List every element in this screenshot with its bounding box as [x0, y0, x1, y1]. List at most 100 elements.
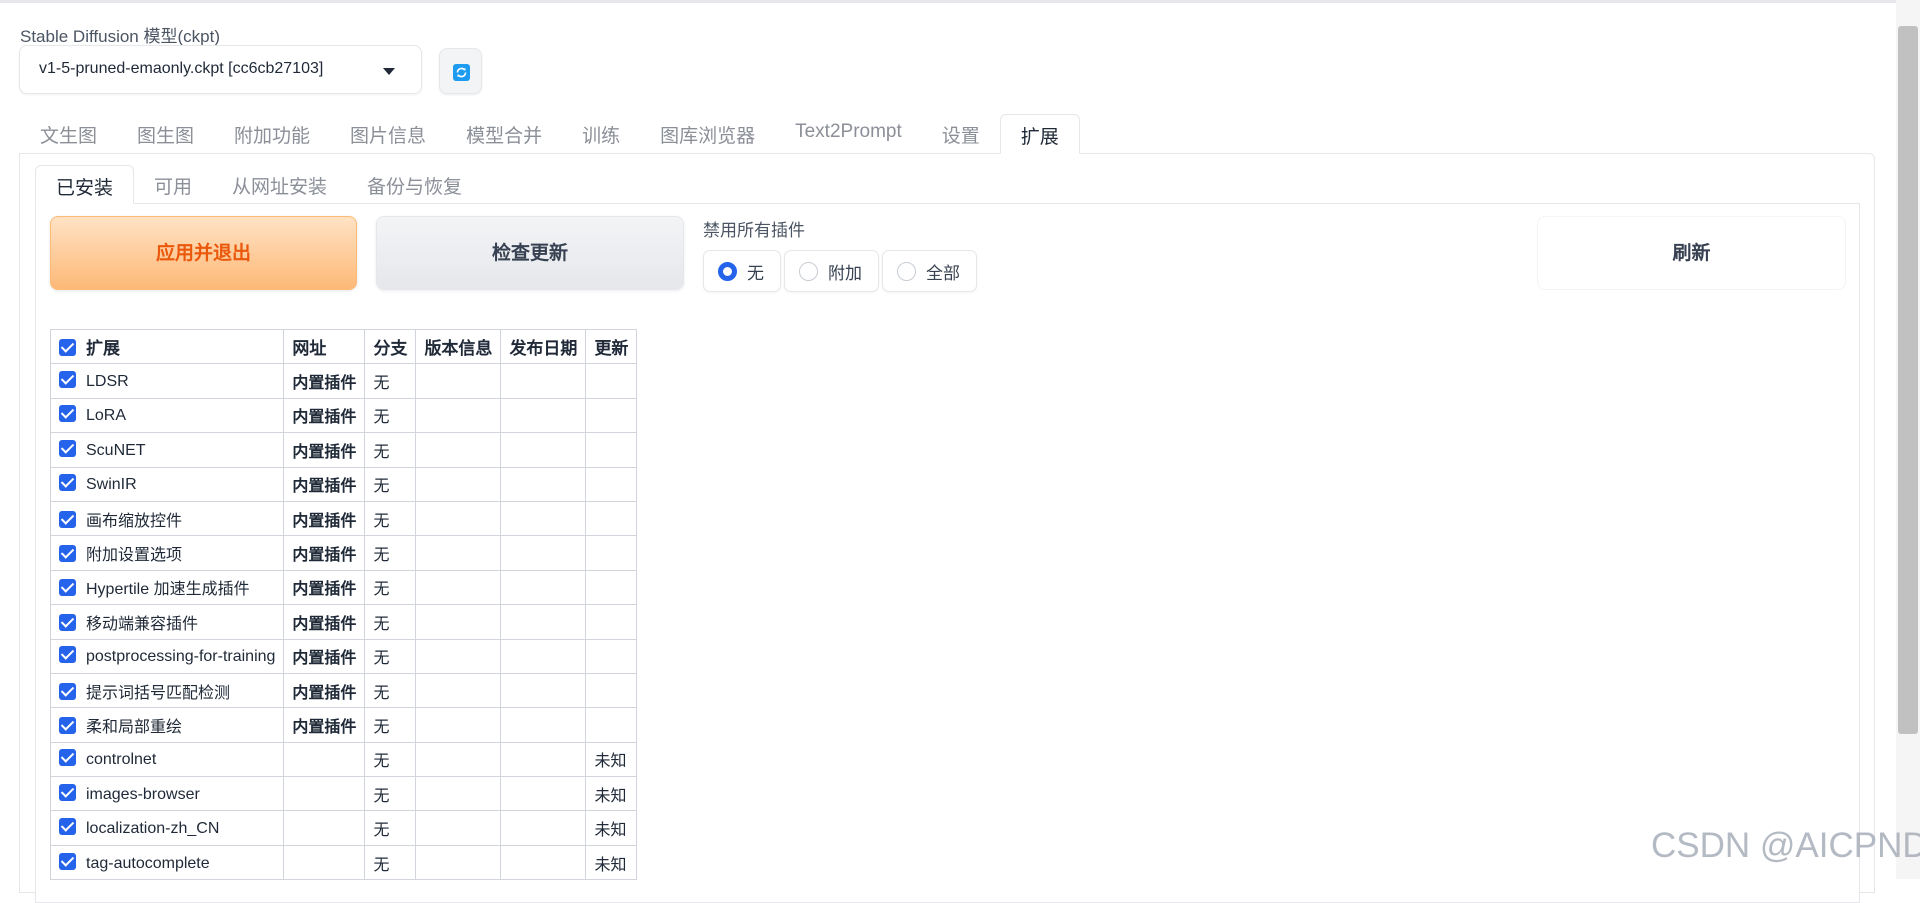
tab-image-browser[interactable]: 图库浏览器 [640, 114, 775, 154]
extension-enable-checkbox[interactable] [59, 439, 76, 457]
disable-extensions-label: 禁用所有插件 [703, 221, 805, 240]
version-cell [415, 466, 502, 502]
refresh-models-button[interactable] [439, 48, 482, 94]
date-cell [500, 466, 587, 502]
date-cell [500, 363, 587, 399]
extension-enable-checkbox[interactable] [59, 579, 76, 597]
date-cell [500, 397, 587, 434]
extension-enable-checkbox[interactable] [59, 783, 76, 801]
radio-extra[interactable]: 附加 [784, 250, 879, 292]
model-label: Stable Diffusion 模型(ckpt) [20, 27, 220, 46]
update-cell: 未知 [585, 741, 638, 778]
extension-name-cell: 画布缩放控件 [49, 500, 285, 537]
version-cell [415, 672, 502, 709]
url-cell: 内置插件 [283, 432, 366, 468]
branch-cell: 无 [364, 776, 417, 812]
tab-img2img[interactable]: 图生图 [117, 114, 214, 154]
date-cell [500, 432, 587, 468]
header-date: 发布日期 [500, 328, 587, 365]
extension-enable-checkbox[interactable] [59, 545, 76, 563]
tab-text2prompt[interactable]: Text2Prompt [775, 114, 922, 154]
extension-enable-checkbox[interactable] [59, 510, 76, 528]
extension-enable-checkbox[interactable] [59, 474, 76, 492]
url-cell: 内置插件 [283, 363, 366, 399]
url-cell [283, 741, 366, 778]
extension-name-cell: 柔和局部重绘 [49, 707, 285, 743]
update-cell: 未知 [585, 776, 638, 812]
table-row: LDSR 内置插件无 [49, 363, 638, 399]
url-cell: 内置插件 [283, 535, 366, 571]
update-cell [585, 604, 638, 640]
radio-label: 全部 [926, 263, 960, 283]
branch-cell: 无 [364, 741, 417, 778]
url-cell: 内置插件 [283, 397, 366, 434]
main-tabs: 文生图 图生图 附加功能 图片信息 模型合并 训练 图库浏览器 Text2Pro… [20, 114, 1080, 154]
tab-png-info[interactable]: 图片信息 [330, 114, 446, 154]
url-cell: 内置插件 [283, 569, 366, 606]
url-cell: 内置插件 [283, 466, 366, 502]
branch-cell: 无 [364, 638, 417, 674]
branch-cell: 无 [364, 535, 417, 571]
tab-checkpoint-merger[interactable]: 模型合并 [446, 114, 562, 154]
version-cell [415, 741, 502, 778]
url-cell: 内置插件 [283, 707, 366, 743]
version-cell [415, 810, 502, 846]
table-row: SwinIR 内置插件无 [49, 466, 638, 502]
refresh-icon [453, 64, 470, 81]
apply-and-quit-button[interactable]: 应用并退出 [50, 216, 357, 290]
model-dropdown[interactable]: v1-5-pruned-emaonly.ckpt [cc6cb27103] [19, 45, 422, 94]
extension-enable-checkbox[interactable] [59, 682, 76, 700]
tab-available[interactable]: 可用 [134, 165, 212, 204]
extension-enable-checkbox[interactable] [59, 818, 76, 836]
update-cell: 未知 [585, 844, 638, 881]
extension-enable-checkbox[interactable] [59, 646, 76, 664]
radio-none[interactable]: 无 [703, 250, 781, 292]
table-row: 柔和局部重绘 内置插件无 [49, 707, 638, 743]
extension-enable-checkbox[interactable] [59, 716, 76, 734]
update-cell [585, 569, 638, 606]
url-cell: 内置插件 [283, 500, 366, 537]
table-row: 画布缩放控件 内置插件无 [49, 500, 638, 537]
url-cell [283, 776, 366, 812]
extension-name-cell: 移动端兼容插件 [49, 604, 285, 640]
radio-label: 附加 [828, 263, 862, 283]
branch-cell: 无 [364, 363, 417, 399]
extension-name-cell: localization-zh_CN [49, 810, 285, 846]
url-cell: 内置插件 [283, 672, 366, 709]
update-cell [585, 535, 638, 571]
date-cell [500, 604, 587, 640]
tab-backup-restore[interactable]: 备份与恢复 [347, 165, 482, 204]
update-cell [585, 363, 638, 399]
update-cell: 未知 [585, 810, 638, 846]
branch-cell: 无 [364, 569, 417, 606]
extension-name-cell: SwinIR [49, 466, 285, 502]
extension-enable-checkbox[interactable] [59, 371, 76, 389]
extension-enable-checkbox[interactable] [59, 749, 76, 767]
tab-extensions[interactable]: 扩展 [999, 114, 1080, 154]
table-row: localization-zh_CN 无 未知 [49, 810, 638, 846]
tab-installed[interactable]: 已安装 [35, 165, 135, 204]
update-cell [585, 432, 638, 468]
extension-enable-checkbox[interactable] [59, 852, 76, 870]
extension-name-cell: 提示词括号匹配检测 [49, 672, 285, 709]
tab-txt2img[interactable]: 文生图 [20, 114, 117, 154]
date-cell [500, 638, 587, 674]
table-row: 附加设置选项 内置插件无 [49, 535, 638, 571]
extension-enable-checkbox[interactable] [59, 405, 76, 423]
tab-train[interactable]: 训练 [562, 114, 640, 154]
tab-extras[interactable]: 附加功能 [214, 114, 330, 154]
version-cell [415, 569, 502, 606]
date-cell [500, 741, 587, 778]
table-row: ScuNET 内置插件无 [49, 432, 638, 468]
radio-unchecked-icon [799, 261, 818, 281]
select-all-checkbox[interactable] [59, 339, 76, 357]
tab-settings[interactable]: 设置 [922, 114, 1000, 154]
check-updates-button[interactable]: 检查更新 [376, 216, 684, 290]
tab-install-from-url[interactable]: 从网址安装 [212, 165, 347, 204]
radio-all[interactable]: 全部 [882, 250, 977, 292]
page-scrollbar-thumb[interactable] [1898, 26, 1918, 734]
refresh-button[interactable]: 刷新 [1537, 216, 1846, 290]
extension-enable-checkbox[interactable] [59, 613, 76, 631]
url-cell: 内置插件 [283, 638, 366, 674]
version-cell [415, 363, 502, 399]
